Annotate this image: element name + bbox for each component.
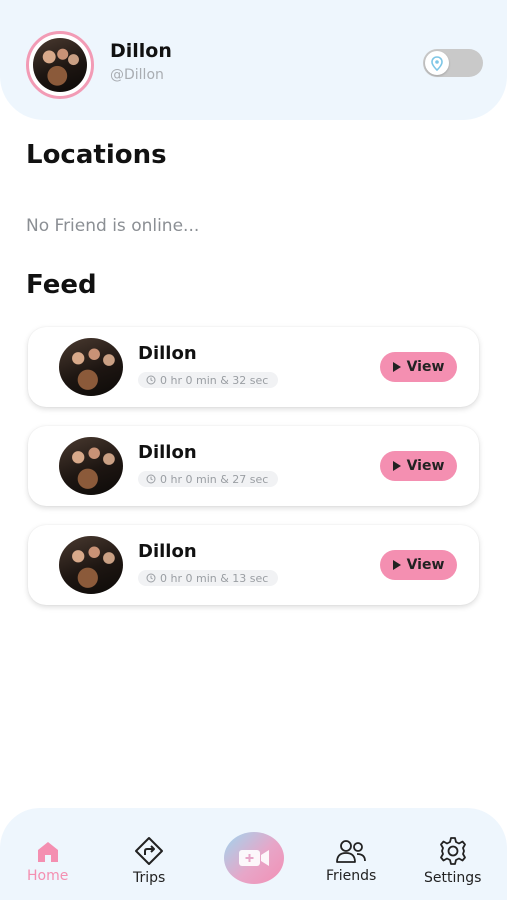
view-button-label: View [406,458,445,474]
view-button[interactable]: View [380,352,457,382]
play-icon [392,362,401,372]
avatar-photo [33,38,87,92]
clock-icon [146,375,156,385]
feed-avatar [59,338,123,396]
feed-duration: 0 hr 0 min & 13 sec [160,571,269,585]
feed-avatar [59,437,123,495]
nav-trips-label: Trips [133,870,166,886]
nav-friends-label: Friends [326,868,377,884]
toggle-knob [425,51,449,75]
profile-header: Dillon @Dillon [0,0,507,120]
view-button-label: View [406,557,445,573]
clock-icon [146,573,156,583]
avatar[interactable] [26,31,94,99]
user-handle: @Dillon [110,67,164,83]
play-icon [392,461,401,471]
feed-card[interactable]: Dillon 0 hr 0 min & 32 sec View [28,327,479,407]
nav-home[interactable]: Home [27,840,68,884]
feed-user-name: Dillon [138,442,197,463]
view-button[interactable]: View [380,550,457,580]
view-button[interactable]: View [380,451,457,481]
feed-user-name: Dillon [138,343,197,364]
nav-settings[interactable]: Settings [424,836,481,886]
home-icon [37,842,58,862]
no-friends-online-message: No Friend is online... [26,216,200,236]
clock-icon [146,474,156,484]
nav-friends[interactable]: Friends [326,838,376,884]
play-icon [392,560,401,570]
feed-user-name: Dillon [138,541,197,562]
feed-duration-badge: 0 hr 0 min & 27 sec [138,471,279,487]
view-button-label: View [406,359,445,375]
user-name: Dillon [110,40,172,62]
nav-trips[interactable]: Trips [133,836,165,886]
feed-duration-badge: 0 hr 0 min & 13 sec [138,570,279,586]
location-pin-icon [431,55,443,71]
feed-title: Feed [26,270,97,300]
bottom-nav: Home Trips Friends Settings [0,808,507,900]
directions-icon [135,837,164,865]
location-sharing-toggle[interactable] [423,49,483,77]
friends-icon [336,840,367,863]
feed-duration: 0 hr 0 min & 27 sec [160,472,269,486]
feed-card[interactable]: Dillon 0 hr 0 min & 27 sec View [28,426,479,506]
feed-duration-badge: 0 hr 0 min & 32 sec [138,372,279,388]
feed-avatar [59,536,123,594]
record-video-button[interactable] [224,832,284,884]
nav-settings-label: Settings [424,870,482,886]
feed-card[interactable]: Dillon 0 hr 0 min & 13 sec View [28,525,479,605]
video-plus-icon [239,850,269,866]
feed-duration: 0 hr 0 min & 32 sec [160,373,269,387]
nav-home-label: Home [27,868,69,884]
locations-title: Locations [26,140,167,170]
gear-icon [439,837,466,865]
